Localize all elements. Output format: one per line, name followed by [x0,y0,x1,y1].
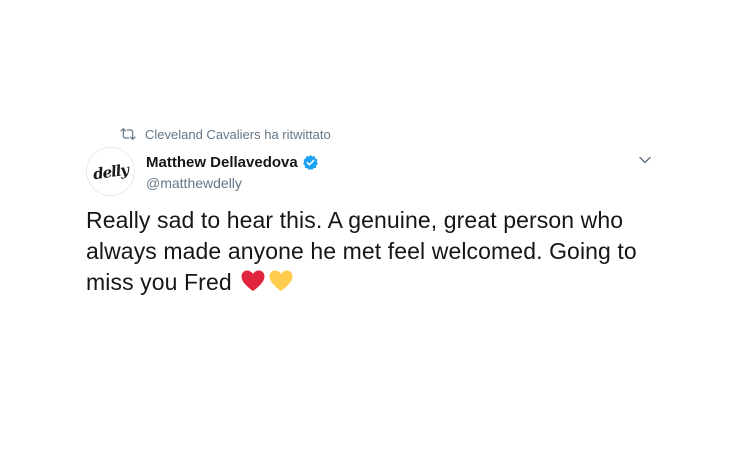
tweet-text-body: Really sad to hear this. A genuine, grea… [86,207,637,295]
retweet-context-text: Cleveland Cavaliers ha ritwittato [145,126,331,142]
tweet-card: Cleveland Cavaliers ha ritwittato delly … [0,0,738,462]
verified-badge-icon [302,155,318,171]
retweet-context[interactable]: Cleveland Cavaliers ha ritwittato [120,125,331,143]
yellow-heart-icon [269,270,293,291]
red-heart-icon [241,270,265,291]
user-handle[interactable]: @matthewdelly [146,175,319,191]
tweet-text: Really sad to hear this. A genuine, grea… [86,205,666,298]
retweet-icon [120,128,136,140]
avatar-logo: delly [91,160,130,183]
user-info: Matthew Dellavedova @matthewdelly [146,153,319,191]
avatar[interactable]: delly [86,147,135,196]
name-row: Matthew Dellavedova [146,153,319,172]
chevron-down-icon[interactable] [638,153,652,167]
display-name[interactable]: Matthew Dellavedova [146,154,298,171]
